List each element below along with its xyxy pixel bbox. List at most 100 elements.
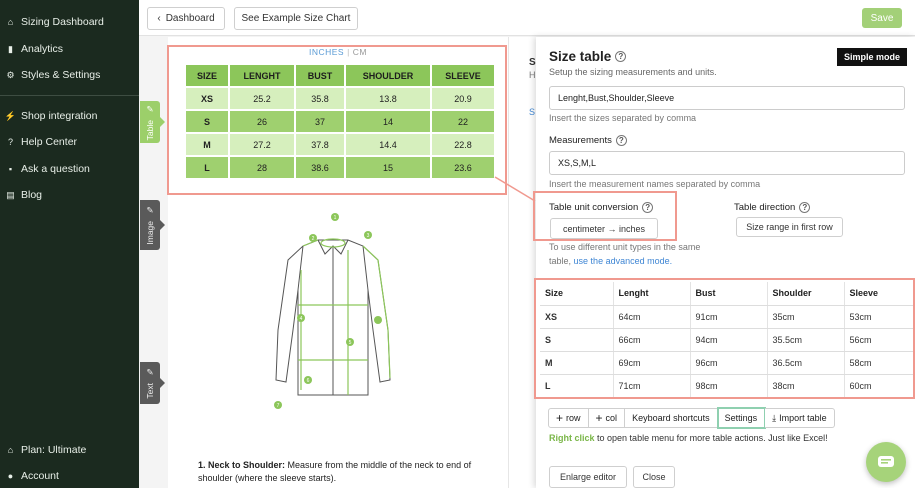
measurements-hint: Insert the measurement names separated b… — [549, 179, 761, 189]
tip-highlight: Right click — [549, 433, 595, 443]
sidebar-item-label: Styles & Settings — [21, 69, 101, 81]
enlarge-editor-button[interactable]: Enlarge editor — [549, 466, 627, 488]
plus-icon: + — [595, 411, 603, 425]
lightning-icon: ⚡ — [4, 110, 17, 121]
unit-note-text: table, — [549, 256, 572, 266]
add-col-button[interactable]: + col — [588, 408, 626, 428]
table-direction-label-text: Table direction — [734, 202, 796, 213]
measurements-label-text: Measurements — [549, 135, 612, 146]
sidebar-item-shop-integration[interactable]: ⚡ Shop integration — [4, 110, 98, 122]
help-icon[interactable]: ? — [615, 51, 627, 62]
shirt-marker: 6 — [307, 378, 310, 384]
shirt-marker: 1 — [334, 215, 337, 221]
settings-label: Settings — [724, 413, 758, 423]
chat-button[interactable] — [866, 442, 906, 482]
person-icon: ● — [7, 471, 14, 481]
shirt-marker: 5 — [349, 340, 352, 346]
close-button[interactable]: Close — [633, 466, 675, 488]
simple-mode-button[interactable]: Simple mode — [837, 48, 907, 66]
sidebar: ⌂ Sizing Dashboard ▮ Analytics ⚙ Styles … — [0, 0, 139, 488]
sidebar-item-label: Analytics — [21, 43, 64, 55]
panel-title: Size table ? — [549, 49, 627, 64]
back-to-dashboard-button[interactable]: ‹ Dashboard — [147, 7, 225, 30]
help-icon[interactable]: ? — [799, 202, 811, 213]
see-example-size-chart-button[interactable]: See Example Size Chart — [234, 7, 358, 30]
measurement-instruction: 1. Neck to Shoulder: Measure from the mi… — [198, 459, 498, 485]
instruction-title: 1. Neck to Shoulder: — [198, 460, 286, 470]
sidebar-item-analytics[interactable]: ▮ Analytics — [6, 43, 63, 55]
editor-table-highlight — [534, 278, 915, 399]
sidebar-item-label: Sizing Dashboard — [21, 16, 104, 28]
table-direction-label: Table direction ? — [734, 202, 811, 213]
home-icon: ⌂ — [7, 17, 14, 27]
gear-icon: ⚙ — [6, 69, 15, 80]
side-tab-label: Table — [145, 119, 155, 141]
add-row-label: row — [566, 413, 581, 423]
import-table-label: Import table — [779, 413, 827, 423]
example-button-label: See Example Size Chart — [241, 13, 351, 24]
panel-subtitle: Setup the sizing measurements and units. — [549, 67, 717, 77]
sidebar-item-label: Plan: Ultimate — [21, 444, 87, 456]
panel-title-text: Size table — [549, 49, 612, 64]
shirt-marker: 3 — [367, 233, 370, 239]
hidden-panel-letter: S — [529, 57, 536, 68]
sidebar-item-label: Account — [21, 470, 59, 482]
save-button-label: Save — [870, 12, 894, 24]
sidebar-item-label: Ask a question — [21, 163, 90, 175]
sidebar-item-sizing-dashboard[interactable]: ⌂ Sizing Dashboard — [6, 16, 104, 28]
shirt-marker: 2 — [312, 236, 315, 242]
side-tab-image[interactable]: ✎ Image — [140, 200, 165, 250]
sidebar-item-ask-question[interactable]: ▪ Ask a question — [6, 163, 90, 175]
add-row-button[interactable]: + row — [548, 408, 589, 428]
save-button[interactable]: Save — [862, 8, 902, 28]
hidden-panel-letter: H — [529, 70, 536, 80]
chevron-left-icon: ‹ — [157, 13, 161, 24]
chat-icon — [878, 456, 894, 467]
blog-icon: ▤ — [6, 189, 15, 200]
sidebar-item-blog[interactable]: ▤ Blog — [6, 189, 42, 201]
chat-bubble-icon: ▪ — [8, 164, 13, 174]
highlight-connector-line — [494, 176, 536, 202]
sidebar-item-account[interactable]: ● Account — [6, 470, 59, 482]
settings-button[interactable]: Settings — [716, 407, 767, 429]
shirt-marker: 7 — [277, 403, 280, 409]
download-icon: ⤓ — [772, 412, 777, 423]
sidebar-item-label: Shop integration — [21, 110, 98, 122]
top-bar: ‹ Dashboard See Example Size Chart Save — [139, 0, 915, 36]
help-icon[interactable]: ? — [615, 135, 627, 146]
pencil-icon: ✎ — [146, 103, 154, 114]
settings-panel-edge: S H S — [508, 37, 536, 488]
right-click-tip: Right click to open table menu for more … — [549, 433, 828, 443]
unit-note: To use different unit types in the same — [549, 242, 701, 252]
side-tab-label: Image — [145, 221, 155, 245]
sidebar-item-plan[interactable]: ⌂ Plan: Ultimate — [6, 444, 87, 456]
home-icon: ⌂ — [7, 445, 14, 455]
sizes-hint: Insert the sizes separated by comma — [549, 113, 697, 123]
sidebar-item-label: Blog — [21, 189, 43, 201]
shirt-marker: 4 — [300, 316, 303, 322]
measurements-input[interactable]: XS,S,M,L — [549, 151, 905, 175]
size-table-editor-panel: Size table ? Setup the sizing measuremen… — [536, 37, 915, 488]
sidebar-item-label: Help Center — [21, 136, 78, 148]
table-direction-button[interactable]: Size range in first row — [736, 217, 843, 237]
unit-note-line2: table, use the advanced mode. — [549, 256, 672, 266]
add-col-label: col — [605, 413, 618, 423]
plus-icon: + — [556, 411, 564, 425]
measurements-label: Measurements ? — [549, 135, 627, 146]
advanced-mode-link[interactable]: use the advanced mode. — [574, 256, 673, 266]
sidebar-item-help-center[interactable]: ? Help Center — [6, 136, 77, 148]
sidebar-item-styles-settings[interactable]: ⚙ Styles & Settings — [6, 69, 100, 81]
side-tab-text[interactable]: ✎ Text — [140, 362, 165, 404]
side-tab-table[interactable]: ✎ Table — [140, 101, 165, 143]
import-table-button[interactable]: ⤓ Import table — [765, 408, 835, 428]
shirt-measurement-illustration: 1 2 3 4 5 6 7 — [274, 213, 391, 409]
tip-text: to open table menu for more table action… — [597, 433, 828, 443]
back-button-label: Dashboard — [165, 13, 215, 24]
bar-chart-icon: ▮ — [8, 43, 13, 54]
sizes-input[interactable]: Lenght,Bust,Shoulder,Sleeve — [549, 86, 905, 110]
pencil-icon: ✎ — [146, 367, 154, 378]
keyboard-shortcuts-label: Keyboard shortcuts — [632, 413, 710, 423]
keyboard-shortcuts-button[interactable]: Keyboard shortcuts — [625, 408, 718, 428]
hidden-panel-letter: S — [529, 107, 536, 117]
question-icon: ? — [7, 137, 13, 147]
